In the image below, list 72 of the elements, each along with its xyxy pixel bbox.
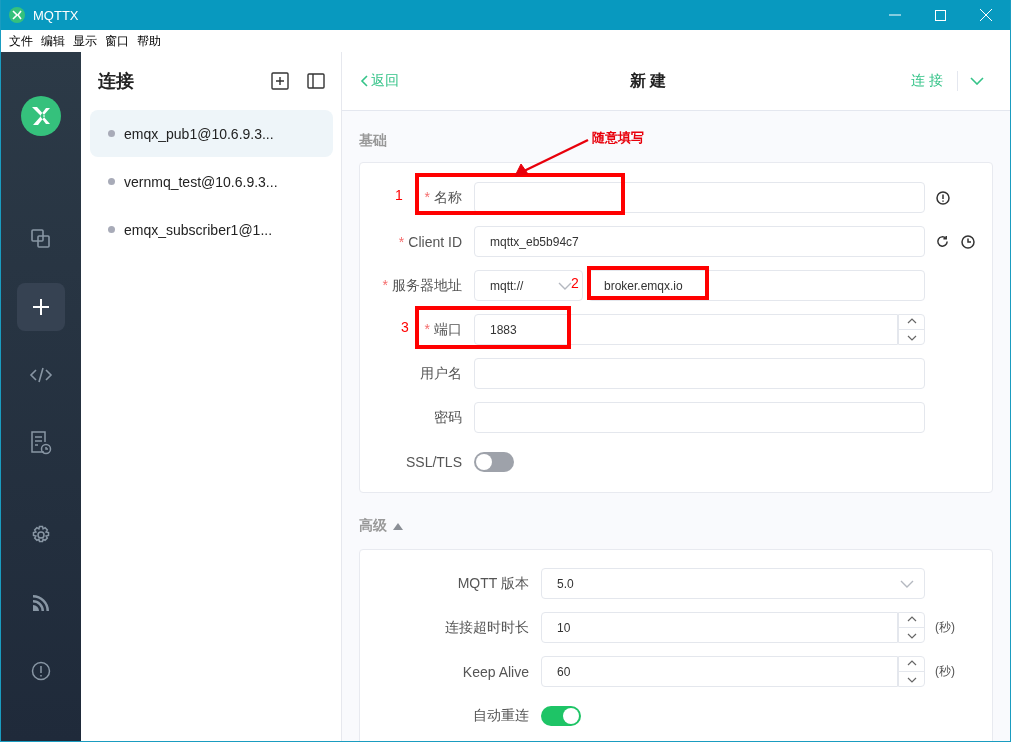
caret-icon bbox=[558, 281, 572, 290]
nav-button[interactable] bbox=[17, 283, 65, 331]
field-label: 连接超时时长 bbox=[445, 618, 529, 637]
text-field[interactable] bbox=[474, 358, 925, 389]
menu-item[interactable]: 显示 bbox=[69, 32, 101, 50]
annotation-number: 2 bbox=[571, 275, 579, 291]
required-mark: * bbox=[424, 320, 430, 339]
caret-icon[interactable] bbox=[393, 522, 403, 530]
unit-label: (秒) bbox=[935, 619, 955, 636]
annotation-note: 随意填写 bbox=[592, 129, 644, 147]
field-label: 端口 bbox=[434, 320, 462, 339]
app-logo-icon bbox=[9, 7, 25, 23]
field-label: Keep Alive bbox=[462, 663, 529, 680]
chevron-down-icon[interactable] bbox=[906, 633, 917, 640]
connections-icon bbox=[30, 228, 52, 250]
menu-item[interactable]: 编辑 bbox=[37, 32, 69, 50]
menu-item[interactable]: 窗口 bbox=[101, 32, 133, 50]
annotation-number: 3 bbox=[401, 319, 409, 335]
text-field[interactable] bbox=[474, 402, 925, 433]
unit-label: (秒) bbox=[935, 663, 955, 680]
field-label: 用户名 bbox=[420, 364, 462, 383]
field-label: SSL/TLS bbox=[405, 453, 462, 470]
connection-item[interactable]: emqx_pub1@10.6.9.3... bbox=[90, 110, 333, 157]
maximize-icon[interactable] bbox=[935, 9, 946, 21]
page-title: 新建 bbox=[630, 70, 670, 91]
caret-icon bbox=[900, 579, 914, 588]
chevron-up-icon[interactable] bbox=[906, 317, 917, 324]
clock-icon[interactable] bbox=[961, 234, 975, 249]
chevron-up-icon[interactable] bbox=[906, 659, 917, 666]
toggle-switch[interactable] bbox=[541, 705, 581, 726]
host-field[interactable]: broker.emqx.io bbox=[588, 270, 925, 301]
required-mark: * bbox=[382, 276, 388, 295]
signal-waves-icon bbox=[32, 594, 50, 612]
section-title: 基础 bbox=[359, 132, 387, 148]
field-label: Client ID bbox=[408, 233, 462, 250]
plus-icon bbox=[31, 297, 51, 317]
sidebar-toggle-icon[interactable] bbox=[307, 73, 325, 89]
menu-item[interactable]: 帮助 bbox=[133, 32, 165, 50]
field-label: 自动重连 bbox=[473, 706, 529, 725]
annotation-number: 1 bbox=[395, 187, 403, 203]
required-mark: * bbox=[398, 233, 405, 250]
field-label: MQTT 版本 bbox=[457, 574, 529, 593]
text-field[interactable]: mqttx_eb5b94c7 bbox=[474, 226, 925, 257]
code-icon bbox=[29, 366, 53, 384]
number-field[interactable]: 10 bbox=[541, 612, 898, 643]
app-logo-icon bbox=[21, 96, 61, 136]
chevron-left-icon bbox=[360, 75, 368, 87]
settings-icon bbox=[31, 525, 51, 545]
info-icon bbox=[31, 661, 51, 681]
refresh-icon[interactable] bbox=[936, 235, 949, 248]
close-icon[interactable] bbox=[980, 9, 992, 21]
connection-item[interactable]: emqx_subscriber1@1... bbox=[90, 206, 333, 253]
connections-title: 连接 bbox=[98, 70, 134, 93]
version-select[interactable]: 5.0 bbox=[541, 568, 925, 599]
number-field[interactable]: 1883 bbox=[474, 314, 898, 345]
window-title: MQTTX bbox=[33, 7, 79, 23]
section-title: 高级 bbox=[359, 517, 387, 535]
text-field[interactable] bbox=[474, 182, 925, 213]
document-clock-icon bbox=[30, 431, 52, 455]
chevron-down-icon[interactable] bbox=[906, 677, 917, 684]
field-label: 服务器地址 bbox=[392, 276, 462, 295]
toggle-switch[interactable] bbox=[474, 451, 514, 472]
number-field[interactable]: 60 bbox=[541, 656, 898, 687]
required-mark: * bbox=[424, 188, 430, 207]
info-icon[interactable] bbox=[936, 190, 950, 205]
add-icon[interactable] bbox=[271, 72, 289, 90]
field-label: 密码 bbox=[434, 408, 462, 427]
field-label: 名称 bbox=[434, 188, 462, 207]
menu-item[interactable]: 文件 bbox=[5, 32, 37, 50]
connection-item[interactable]: vernmq_test@10.6.9.3... bbox=[90, 158, 333, 205]
chevron-down-icon[interactable] bbox=[906, 335, 917, 342]
chevron-up-icon[interactable] bbox=[906, 615, 917, 622]
